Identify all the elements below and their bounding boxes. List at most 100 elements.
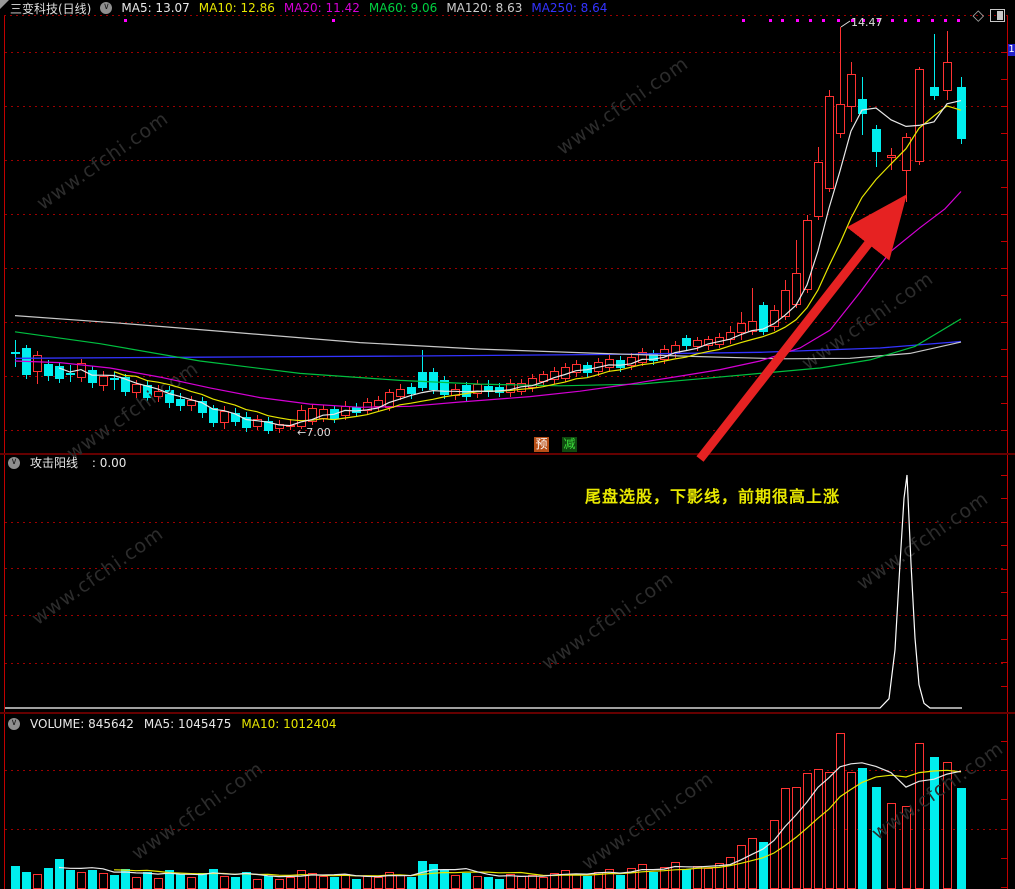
volume-bar	[407, 877, 416, 889]
axis-tick	[1001, 430, 1007, 431]
volume-bar	[836, 733, 845, 889]
signal-dot	[332, 19, 335, 22]
signal-dot	[944, 19, 947, 22]
volume-bar	[649, 871, 658, 889]
volume-bar	[781, 787, 790, 889]
collapse-indicator-icon[interactable]: ∨	[8, 456, 20, 469]
signal-dot	[742, 19, 745, 22]
candle	[11, 351, 20, 355]
volume-bar	[44, 867, 53, 889]
volume-bar	[99, 873, 108, 889]
axis-tick	[1001, 376, 1007, 377]
candle	[759, 304, 768, 332]
signal-dot	[769, 19, 772, 22]
candle	[473, 384, 482, 395]
volume-bar	[154, 878, 163, 889]
candle	[121, 377, 130, 393]
volume-bar	[638, 864, 647, 889]
candle	[825, 96, 834, 189]
split-window-icon[interactable]	[990, 8, 1005, 22]
candle	[495, 386, 504, 393]
volume-bar	[748, 838, 757, 889]
volume-bar	[616, 875, 625, 889]
volume-bar	[418, 860, 427, 889]
axis-tick	[1001, 187, 1007, 188]
candle-wick	[891, 147, 892, 170]
volume-bar	[165, 870, 174, 889]
volume-bar	[462, 872, 471, 889]
volume-bar	[792, 787, 801, 889]
candle	[506, 382, 515, 393]
candle	[528, 378, 537, 388]
candle	[308, 407, 317, 422]
candle	[847, 73, 856, 107]
candle	[627, 356, 636, 367]
candle	[943, 62, 952, 92]
volume-bar	[539, 877, 548, 889]
candle-wick	[114, 371, 115, 390]
volume-bar	[682, 869, 691, 889]
volume-bar	[88, 870, 97, 889]
candle	[781, 289, 790, 317]
candle	[715, 337, 724, 345]
volume-bar	[187, 877, 196, 889]
volume-bar	[957, 788, 966, 889]
candle	[407, 386, 416, 395]
candle	[594, 362, 603, 372]
volume-bar	[451, 875, 460, 889]
candle	[887, 154, 896, 159]
candle	[638, 351, 647, 363]
volume-bar	[110, 875, 119, 889]
candle	[539, 373, 548, 382]
volume-bar	[22, 871, 31, 889]
event-badge: 减	[562, 437, 577, 452]
volume-bar	[770, 820, 779, 889]
volume-bar	[704, 867, 713, 889]
volume-bar	[374, 877, 383, 889]
candle	[451, 389, 460, 396]
chart-left-border	[4, 15, 5, 889]
candle	[550, 370, 559, 381]
ma-label: MA20: 11.42	[283, 1, 360, 15]
corner-resize-icon[interactable]	[0, 0, 9, 9]
axis-tick	[1001, 106, 1007, 107]
candle	[872, 129, 881, 153]
axis-tick	[1001, 475, 1007, 476]
signal-dot	[822, 19, 825, 22]
volume-bar	[550, 872, 559, 889]
ma-legend: MA5: 13.07 MA10: 12.86 MA20: 11.42 MA60: 9.…	[121, 1, 616, 15]
axis-tick	[1001, 322, 1007, 323]
volume-bar	[440, 870, 449, 889]
volume-bar	[572, 873, 581, 889]
axis-tick	[1001, 522, 1007, 523]
collapse-volume-icon[interactable]: ∨	[8, 717, 20, 730]
low-price-label: ←7.00	[297, 426, 331, 439]
indicator-gridline	[5, 568, 1007, 569]
candle	[814, 161, 823, 217]
indicator-gridline	[5, 615, 1007, 616]
candle	[572, 363, 581, 374]
axis-tick	[1001, 268, 1007, 269]
period-badge: 1	[1008, 44, 1015, 56]
stock-title: 三变科技(日线)	[10, 1, 92, 16]
price-gridline	[5, 430, 1007, 431]
volume-bar	[484, 877, 493, 889]
candle	[77, 363, 86, 379]
candle	[605, 358, 614, 368]
axis-tick	[1001, 545, 1007, 546]
volume-bar	[715, 863, 724, 889]
volume-bar	[77, 872, 86, 889]
event-badge: 预	[534, 437, 549, 452]
collapse-main-icon[interactable]: ∨	[100, 2, 113, 14]
ma-label: MA120: 8.63	[446, 1, 523, 15]
diamond-tool-icon[interactable]: ◇	[972, 6, 984, 24]
candle	[770, 310, 779, 328]
volume-bar	[814, 768, 823, 889]
volume-bar	[66, 869, 75, 889]
volume-bar	[132, 876, 141, 889]
candle	[803, 219, 812, 290]
panel-separator	[0, 453, 1015, 455]
candle	[231, 412, 240, 422]
candle	[704, 339, 713, 347]
candle	[297, 410, 306, 427]
